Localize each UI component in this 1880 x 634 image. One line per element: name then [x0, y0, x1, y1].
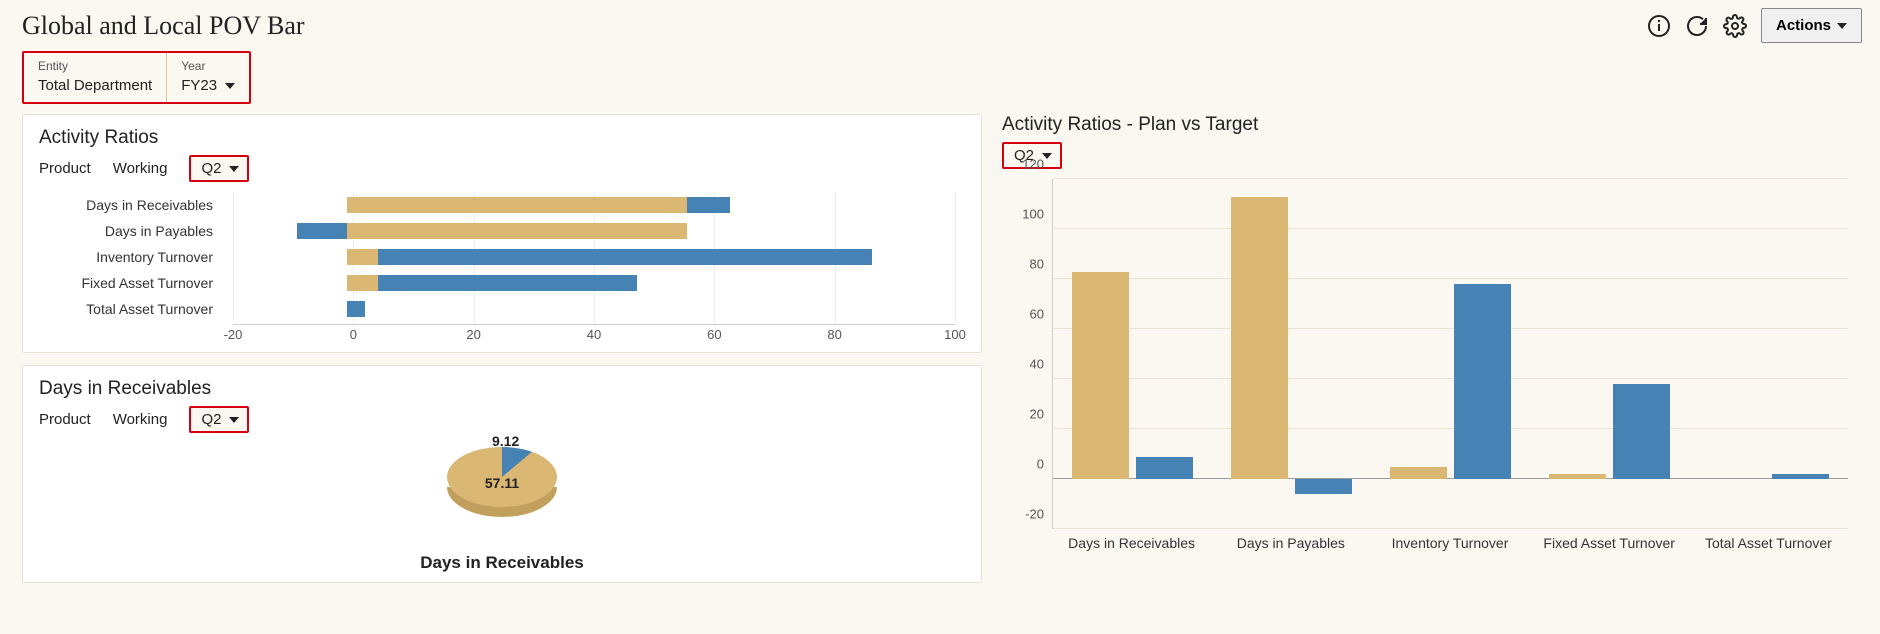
pov-entity-value: Total Department [38, 77, 152, 94]
axis-tick: 40 [1030, 357, 1044, 372]
chevron-down-icon [225, 83, 235, 89]
actions-button[interactable]: Actions [1761, 8, 1862, 43]
vbar-bar [1231, 197, 1288, 480]
pie-slice-label: 57.11 [485, 475, 519, 491]
hbar-chart: Days in Receivables Days in Payables Inven… [53, 192, 965, 342]
pie-title: Days in Receivables [39, 553, 965, 573]
global-pov-bar: Entity Total Department Year FY23 [22, 51, 251, 104]
local-pov-bar: Product Working Q2 [39, 155, 965, 182]
axis-tick: 20 [466, 327, 480, 342]
local-pov-item[interactable]: Working [113, 160, 168, 177]
local-pov-bar: Product Working Q2 [39, 406, 965, 433]
hbar-segment [347, 275, 378, 291]
toolbar: Actions [1647, 8, 1862, 43]
panel-title: Activity Ratios [39, 127, 965, 149]
vbar-bar [1295, 479, 1352, 494]
hbar-segment [687, 197, 730, 213]
vbar-bar [1549, 474, 1606, 479]
axis-tick: 80 [827, 327, 841, 342]
vbar-category-label: Total Asset Turnover [1705, 535, 1832, 551]
page-title: Global and Local POV Bar [22, 11, 305, 41]
period-dropdown[interactable]: Q2 [189, 155, 249, 182]
panel-days-in-receivables: Days in Receivables Product Working Q2 9… [22, 365, 982, 583]
vbar-category-label: Inventory Turnover [1392, 535, 1509, 551]
axis-tick: 120 [1022, 157, 1044, 172]
chevron-down-icon [1837, 23, 1847, 29]
axis-tick: 0 [350, 327, 357, 342]
pie-chart: 9.12 57.11 Days in Receivables [39, 443, 965, 573]
period-dropdown[interactable]: Q2 [189, 406, 249, 433]
vbar-bar [1454, 284, 1511, 479]
pov-year-value: FY23 [181, 77, 217, 94]
pov-entity[interactable]: Entity Total Department [24, 53, 167, 102]
panel-title: Days in Receivables [39, 378, 965, 400]
hbar-category-label: Days in Payables [53, 223, 223, 239]
local-pov-bar: Q2 [1002, 142, 1858, 169]
axis-tick: 40 [587, 327, 601, 342]
pov-year-label: Year [181, 59, 235, 73]
axis-tick: 80 [1030, 257, 1044, 272]
axis-tick: 60 [1030, 307, 1044, 322]
hbar-segment [347, 223, 687, 239]
hbar-segment [347, 249, 378, 265]
hbar-segment [378, 275, 638, 291]
axis-tick: 100 [944, 327, 966, 342]
hbar-category-label: Total Asset Turnover [53, 301, 223, 317]
axis-tick: 20 [1030, 407, 1044, 422]
axis-tick: 0 [1037, 457, 1044, 472]
vbar-category-label: Days in Receivables [1068, 535, 1195, 551]
pov-entity-label: Entity [38, 59, 152, 73]
hbar-segment [297, 223, 346, 239]
axis-tick: 100 [1022, 207, 1044, 222]
vbar-category-label: Fixed Asset Turnover [1543, 535, 1675, 551]
pov-year[interactable]: Year FY23 [167, 53, 249, 102]
vbar-bar [1613, 384, 1670, 479]
period-value: Q2 [201, 160, 221, 177]
local-pov-item[interactable]: Product [39, 411, 91, 428]
vbar-chart: -20020406080100120Days in ReceivablesDay… [1002, 179, 1858, 559]
settings-icon[interactable] [1723, 14, 1747, 38]
period-value: Q2 [201, 411, 221, 428]
axis-tick: 60 [707, 327, 721, 342]
chevron-down-icon [229, 166, 239, 172]
panel-plan-vs-target: Activity Ratios - Plan vs Target Q2 -20 0… [1002, 114, 1858, 559]
vbar-bar [1390, 467, 1447, 480]
panel-title: Activity Ratios - Plan vs Target [1002, 114, 1858, 136]
vbar-bar [1072, 272, 1129, 480]
hbar-category-label: Inventory Turnover [53, 249, 223, 265]
hbar-segment [378, 249, 873, 265]
hbar-category-label: Days in Receivables [53, 197, 223, 213]
axis-tick: -20 [224, 327, 243, 342]
info-icon[interactable] [1647, 14, 1671, 38]
hbar-segment [347, 197, 687, 213]
actions-button-label: Actions [1776, 17, 1831, 34]
refresh-icon[interactable] [1685, 14, 1709, 38]
chevron-down-icon [229, 417, 239, 423]
hbar-category-label: Fixed Asset Turnover [53, 275, 223, 291]
axis-tick: -20 [1025, 507, 1044, 522]
vbar-bar [1136, 457, 1193, 480]
hbar-segment [347, 301, 366, 317]
local-pov-item[interactable]: Product [39, 160, 91, 177]
vbar-category-label: Days in Payables [1237, 535, 1345, 551]
pie-slice-label: 9.12 [492, 433, 519, 449]
local-pov-item[interactable]: Working [113, 411, 168, 428]
panel-activity-ratios: Activity Ratios Product Working Q2 Days … [22, 114, 982, 353]
vbar-bar [1772, 474, 1829, 479]
